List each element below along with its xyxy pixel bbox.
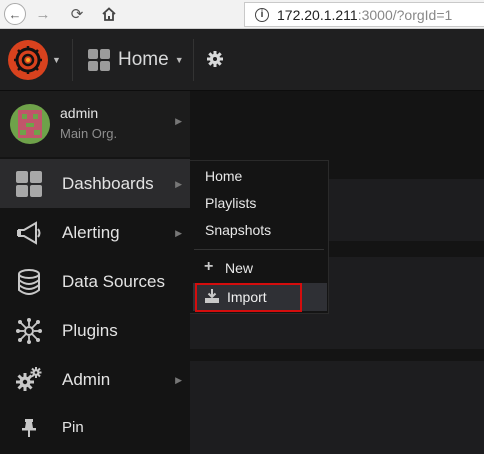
sidebar-item-pin[interactable]: Pin (0, 404, 190, 450)
settings-gear-icon[interactable] (206, 50, 224, 73)
megaphone-icon (15, 219, 43, 247)
divider (72, 39, 73, 81)
browser-toolbar: ← → ⟳ i 172.20.1.211:3000/?orgId=1 (0, 0, 484, 29)
sidebar-item-label: Alerting (62, 222, 120, 242)
caret-down-icon: ▼ (174, 54, 184, 65)
highlight-box (195, 283, 302, 312)
database-icon (15, 268, 43, 296)
sidebar-item-data-sources[interactable]: Data Sources (0, 257, 190, 306)
dashboard-grid-icon (88, 48, 110, 71)
url-host: 172.20.1.211 (277, 6, 358, 23)
gears-icon (15, 366, 43, 394)
address-bar[interactable]: i 172.20.1.211:3000/?orgId=1 (244, 2, 484, 27)
info-icon[interactable]: i (255, 7, 269, 22)
back-arrow-icon[interactable]: ← (4, 3, 26, 25)
dashboard-picker-button[interactable]: Home ▼ (86, 29, 184, 90)
chevron-right-icon: ▶ (175, 116, 182, 126)
sidebar-item-label: Plugins (62, 320, 118, 340)
sidebar-item-label: Pin (62, 418, 84, 436)
reload-icon[interactable]: ⟳ (66, 3, 88, 25)
plugins-icon (15, 317, 43, 345)
submenu-item-home[interactable]: Home (205, 168, 242, 184)
sidebar-item-label: Dashboards (62, 173, 154, 193)
plus-icon: + (204, 258, 214, 275)
submenu-item-new[interactable]: + New (190, 257, 328, 281)
top-navbar: ▼ Home ▼ (0, 29, 484, 91)
avatar (10, 104, 50, 144)
username: admin (60, 105, 99, 121)
sidebar-item-label: Admin (62, 369, 111, 389)
divider (194, 249, 324, 250)
side-menu: admin Main Org. ▶ Dashboards ▶ Alerting … (0, 91, 190, 454)
pin-icon (15, 414, 43, 442)
forward-arrow-icon[interactable]: → (32, 3, 54, 25)
sidebar-item-label: Data Sources (62, 271, 165, 291)
grafana-logo-button[interactable]: ▼ (0, 29, 72, 90)
grafana-logo-icon (8, 40, 48, 80)
submenu-item-playlists[interactable]: Playlists (205, 195, 256, 211)
dashboards-grid-icon (15, 170, 43, 198)
divider (193, 39, 194, 81)
sidebar-item-plugins[interactable]: Plugins (0, 306, 190, 355)
sidebar-item-admin[interactable]: Admin ▶ (0, 355, 190, 404)
dashboard-title: Home (118, 48, 169, 70)
caret-down-icon: ▼ (52, 55, 61, 65)
chevron-right-icon: ▶ (175, 375, 182, 385)
sidebar-item-alerting[interactable]: Alerting ▶ (0, 208, 190, 257)
url-path: :3000/?orgId=1 (357, 6, 453, 23)
submenu-item-snapshots[interactable]: Snapshots (205, 222, 271, 238)
org-name: Main Org. (60, 126, 118, 141)
sidebar-item-dashboards[interactable]: Dashboards ▶ (0, 159, 190, 208)
user-profile[interactable]: admin Main Org. ▶ (0, 91, 190, 157)
chevron-right-icon: ▶ (175, 228, 182, 238)
submenu-item-label: New (225, 260, 254, 276)
home-icon[interactable] (98, 3, 120, 25)
panel (190, 361, 484, 454)
chevron-right-icon: ▶ (175, 179, 182, 189)
